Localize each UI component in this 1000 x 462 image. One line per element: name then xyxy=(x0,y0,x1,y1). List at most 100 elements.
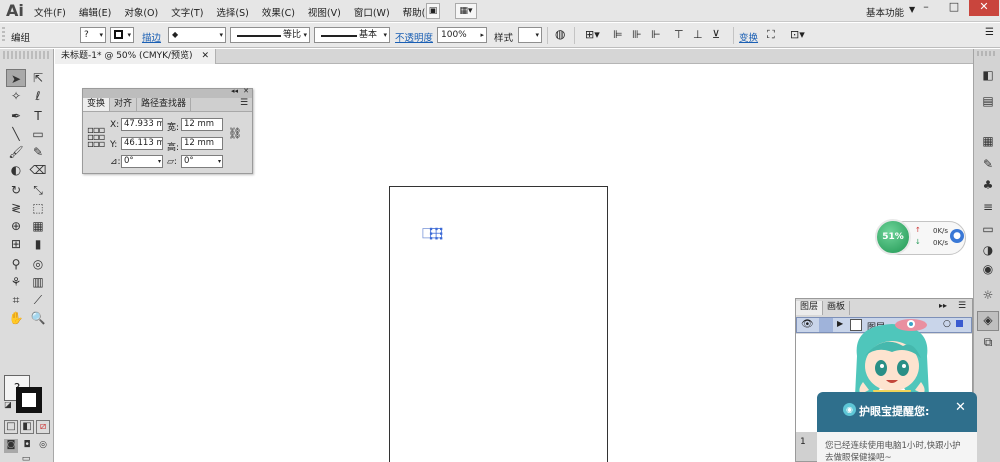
constrain-proportions-icon[interactable]: ⛓ xyxy=(228,127,242,140)
live-paint-tool-icon[interactable]: ▦ xyxy=(28,217,48,235)
rotate-tool-icon[interactable]: ↻ xyxy=(6,181,26,199)
menu-window[interactable]: 窗口(W) xyxy=(354,5,390,19)
direct-selection-tool-icon[interactable]: ⇱ xyxy=(28,69,48,87)
stroke-panel-icon[interactable]: ≡ xyxy=(980,199,996,215)
selection-tool-icon[interactable]: ➤ xyxy=(6,69,26,87)
accelerate-icon[interactable]: ● xyxy=(950,229,964,243)
align-left-icon[interactable]: ⊫ xyxy=(613,28,623,41)
eye-icon[interactable]: 👁 xyxy=(801,319,814,330)
stroke-color-select[interactable]: ▾ xyxy=(110,27,134,43)
stroke-panel-link[interactable]: 描边 xyxy=(142,30,161,44)
draw-inside-icon[interactable]: ◎ xyxy=(36,439,50,453)
pen-tool-icon[interactable]: ✒ xyxy=(6,107,26,125)
tab-pathfinder[interactable]: 路径查找器 xyxy=(137,98,192,111)
close-tab-icon[interactable]: ✕ xyxy=(201,51,209,61)
blob-brush-tool-icon[interactable]: ◐ xyxy=(6,161,26,179)
options-icon[interactable]: ⊡▾ xyxy=(790,28,805,41)
panel-menu-icon[interactable]: ☰ xyxy=(985,27,994,38)
panel-header[interactable]: ◂◂ ✕ xyxy=(83,87,252,98)
eyedropper-tool-icon[interactable]: ⚲ xyxy=(6,255,26,273)
color-panel-icon[interactable]: ◧ xyxy=(980,67,996,83)
menu-type[interactable]: 文字(T) xyxy=(171,5,203,19)
variable-width-profile[interactable]: 等比 ▾ xyxy=(230,27,310,43)
free-transform-tool-icon[interactable]: ⬚ xyxy=(28,199,48,217)
rotate-field[interactable]: 0° ▾ xyxy=(121,155,163,168)
none-mode-icon[interactable]: ⧄ xyxy=(36,420,50,434)
artboard-tool-icon[interactable]: ⌗ xyxy=(6,291,26,309)
perspective-grid-tool-icon[interactable]: ⊞ xyxy=(6,235,26,253)
color-guide-icon[interactable]: ▤ xyxy=(980,93,996,109)
color-mode-icon[interactable]: □ xyxy=(4,420,18,434)
scale-tool-icon[interactable]: ⤡ xyxy=(28,181,48,199)
opacity-field[interactable]: 100% ▸ xyxy=(437,27,487,43)
align-center-icon[interactable]: ⊪ xyxy=(632,28,642,41)
tab-align[interactable]: 对齐 xyxy=(110,98,138,111)
symbol-sprayer-tool-icon[interactable]: ⚘ xyxy=(6,273,26,291)
hand-tool-icon[interactable]: ✋ xyxy=(6,309,26,327)
shear-field[interactable]: 0° ▾ xyxy=(181,155,223,168)
tab-layers[interactable]: 图层 xyxy=(796,301,824,315)
align-to-icon[interactable]: ⊞▾ xyxy=(585,28,600,41)
recolor-artwork-icon[interactable]: ◍ xyxy=(555,27,565,41)
restore-button[interactable]: □ xyxy=(940,0,968,16)
symbols-panel-icon[interactable]: ♣ xyxy=(980,177,996,193)
links-panel-icon[interactable]: ⧉ xyxy=(980,334,996,350)
target-icon[interactable]: ○ xyxy=(943,319,951,329)
align-right-icon[interactable]: ⊩ xyxy=(651,28,661,41)
x-field[interactable]: 47.933 m xyxy=(121,118,163,131)
close-button[interactable]: ✕ xyxy=(969,0,999,16)
gradient-tool-icon[interactable]: ▮ xyxy=(28,235,48,253)
draw-behind-icon[interactable]: ◘ xyxy=(20,439,34,453)
stroke-weight-field[interactable]: ◆ ▾ xyxy=(168,27,226,43)
minimize-button[interactable]: – xyxy=(912,0,940,16)
type-tool-icon[interactable]: T xyxy=(28,107,48,125)
align-top-icon[interactable]: ⊤ xyxy=(674,28,684,41)
magic-wand-tool-icon[interactable]: ✧ xyxy=(6,87,26,105)
gradient-mode-icon[interactable]: ◧ xyxy=(20,420,34,434)
bridge-icon[interactable]: ▣ xyxy=(426,3,440,19)
width-tool-icon[interactable]: ≷ xyxy=(6,199,26,217)
swatches-panel-icon[interactable]: ▦ xyxy=(980,133,996,149)
fill-color-select[interactable]: ? ▾ xyxy=(80,27,106,43)
brushes-panel-icon[interactable]: ✎ xyxy=(980,156,996,172)
paintbrush-tool-icon[interactable]: 🖌 xyxy=(6,143,26,161)
shape-builder-tool-icon[interactable]: ⊕ xyxy=(6,217,26,235)
lasso-tool-icon[interactable]: ℓ xyxy=(28,87,48,105)
vertical-scrollbar[interactable] xyxy=(953,64,971,296)
menu-file[interactable]: 文件(F) xyxy=(34,5,66,19)
graphic-styles-panel-icon[interactable]: ☼ xyxy=(980,287,996,303)
panel-menu-icon[interactable]: ☰ xyxy=(958,301,966,311)
workspace-switcher[interactable]: 基本功能 xyxy=(866,5,904,19)
eraser-tool-icon[interactable]: ⌫ xyxy=(28,161,48,179)
transform-link[interactable]: 变换 xyxy=(739,30,758,44)
rectangle-tool-icon[interactable]: ▭ xyxy=(28,125,48,143)
tab-artboards[interactable]: 画板 xyxy=(823,301,851,315)
appearance-panel-icon[interactable]: ◉ xyxy=(980,261,996,277)
blend-tool-icon[interactable]: ◎ xyxy=(28,255,48,273)
y-field[interactable]: 46.113 m xyxy=(121,137,163,150)
panel-menu-icon[interactable]: ☰ xyxy=(240,98,248,108)
transparency-panel-icon[interactable]: ◑ xyxy=(980,242,996,258)
menu-view[interactable]: 视图(V) xyxy=(308,5,341,19)
line-tool-icon[interactable]: ╲ xyxy=(6,125,26,143)
menu-select[interactable]: 选择(S) xyxy=(216,5,248,19)
isolate-group-icon[interactable]: ⛶ xyxy=(767,28,775,42)
graphic-style-select[interactable]: ▾ xyxy=(518,27,542,43)
column-graph-tool-icon[interactable]: ▥ xyxy=(28,273,48,291)
memory-usage-percent[interactable]: 51% xyxy=(875,219,911,255)
expand-icon[interactable]: ▸▸ xyxy=(939,301,947,310)
width-field[interactable]: 12 mm xyxy=(181,118,223,131)
arrange-documents-icon[interactable]: ▦▾ xyxy=(455,3,477,19)
zoom-tool-icon[interactable]: 🔍 xyxy=(28,309,48,327)
collapse-icon[interactable]: ◂◂ xyxy=(231,87,238,95)
pencil-tool-icon[interactable]: ✎ xyxy=(28,143,48,161)
popup-close-button[interactable]: ✕ xyxy=(955,400,966,415)
document-tab[interactable]: 未标题-1* @ 50% (CMYK/预览) ✕ xyxy=(55,49,216,64)
default-colors-icon[interactable]: ◪ xyxy=(3,400,13,410)
screen-mode-icon[interactable]: ▭ xyxy=(16,454,36,462)
tab-transform[interactable]: 变换 xyxy=(83,98,111,111)
align-middle-icon[interactable]: ⊥ xyxy=(693,28,703,41)
menu-edit[interactable]: 编辑(E) xyxy=(79,5,111,19)
layer-lock-cell[interactable] xyxy=(819,318,833,332)
menu-object[interactable]: 对象(O) xyxy=(124,5,158,19)
